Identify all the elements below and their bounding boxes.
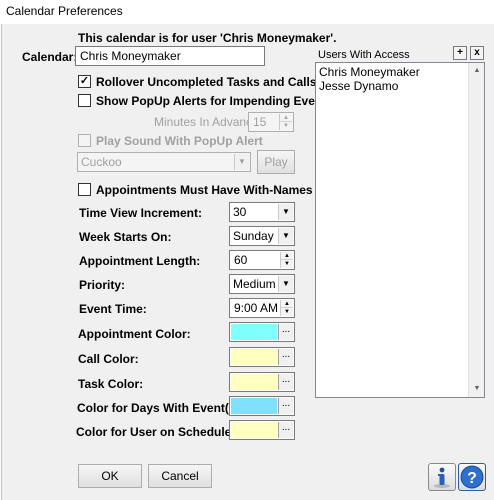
week-start-select[interactable]: Sunday ▼: [229, 226, 295, 246]
chevron-down-icon: ▼: [278, 204, 293, 220]
remove-user-button[interactable]: x: [470, 46, 484, 60]
user-info-text: This calendar is for user 'Chris Moneyma…: [78, 31, 337, 45]
event-time-spin-buttons[interactable]: ▲ ▼: [280, 300, 293, 316]
minutes-advance-label: Minutes In Advance:: [154, 115, 263, 129]
priority-select[interactable]: Medium ▼: [229, 274, 295, 294]
appt-length-spinner[interactable]: 60 ▲ ▼: [229, 250, 295, 270]
calendar-input[interactable]: Chris Moneymaker: [75, 46, 265, 66]
days-event-color-label: Color for Days With Event(s):: [77, 401, 244, 415]
add-user-button[interactable]: +: [453, 46, 467, 60]
rollover-checkbox[interactable]: ✓: [78, 75, 91, 88]
chevron-down-icon: ▼: [278, 228, 293, 244]
user-sched-color-swatch: [231, 422, 277, 438]
appt-length-label: Appointment Length:: [79, 254, 201, 268]
event-time-label: Event Time:: [79, 302, 147, 316]
with-names-label: Appointments Must Have With-Names: [96, 183, 313, 197]
help-icon: ?: [460, 465, 484, 489]
popup-alerts-checkbox[interactable]: [78, 94, 91, 107]
window-title: Calendar Preferences: [6, 4, 123, 18]
ok-button[interactable]: OK: [78, 464, 142, 488]
call-color-swatch: [231, 349, 277, 365]
time-view-select[interactable]: 30 ▼: [229, 202, 295, 222]
calendar-label: Calendar:: [22, 50, 78, 64]
days-event-color-browse-button[interactable]: ...: [278, 398, 293, 414]
time-view-label: Time View Increment:: [79, 206, 202, 220]
task-color-swatch: [231, 374, 277, 390]
priority-value: Medium: [233, 277, 276, 291]
days-event-color-swatch: [231, 398, 277, 414]
appt-length-spin-buttons[interactable]: ▲ ▼: [280, 252, 293, 268]
call-color-label: Call Color:: [78, 352, 139, 366]
chevron-down-icon: ▼: [234, 154, 249, 170]
users-list-scrollbar[interactable]: ▲ ▼: [468, 63, 484, 397]
dialog-body: This calendar is for user 'Chris Moneyma…: [1, 24, 494, 500]
appointment-color-browse-button[interactable]: ...: [278, 324, 293, 340]
help-button[interactable]: ?: [458, 463, 486, 491]
scroll-down-icon[interactable]: ▼: [469, 381, 485, 397]
users-access-header: Users With Access: [318, 49, 410, 61]
info-icon: [434, 467, 450, 488]
title-bar: Calendar Preferences: [0, 0, 494, 24]
chevron-down-icon: ▼: [278, 276, 293, 292]
with-names-checkbox[interactable]: [78, 183, 91, 196]
minutes-advance-value: 15: [253, 115, 267, 129]
event-time-spinner[interactable]: 9:00 AM ▲ ▼: [229, 298, 295, 318]
event-time-value: 9:00 AM: [234, 301, 279, 315]
time-view-value: 30: [233, 205, 247, 219]
svg-text:?: ?: [467, 470, 477, 487]
user-sched-color-browse-button[interactable]: ...: [278, 422, 293, 438]
call-color-browse-button[interactable]: ...: [278, 349, 293, 365]
week-start-label: Week Starts On:: [79, 230, 172, 244]
task-color-picker[interactable]: ...: [229, 372, 295, 392]
priority-label: Priority:: [79, 278, 126, 292]
sound-select-value: Cuckoo: [81, 155, 122, 169]
call-color-picker[interactable]: ...: [229, 347, 295, 367]
appointment-color-picker[interactable]: ...: [229, 322, 295, 342]
users-access-list[interactable]: Chris Moneymaker Jesse Dynamo ▲ ▼: [315, 62, 485, 398]
appointment-color-label: Appointment Color:: [78, 327, 191, 341]
user-sched-color-label: Color for User on Scheduler:: [76, 425, 241, 439]
sound-select[interactable]: Cuckoo ▼: [77, 152, 251, 172]
task-color-browse-button[interactable]: ...: [278, 374, 293, 390]
scroll-up-icon[interactable]: ▲: [469, 63, 485, 79]
play-button[interactable]: Play: [257, 150, 295, 174]
appointment-color-swatch: [231, 324, 277, 340]
cancel-button[interactable]: Cancel: [148, 464, 212, 488]
play-sound-label: Play Sound With PopUp Alert: [96, 134, 263, 148]
user-sched-color-picker[interactable]: ...: [229, 420, 295, 440]
week-start-value: Sunday: [233, 229, 274, 243]
list-item[interactable]: Chris Moneymaker: [316, 65, 484, 79]
minutes-spin-buttons[interactable]: ▲ ▼: [279, 114, 292, 130]
play-sound-checkbox[interactable]: [78, 134, 91, 147]
days-event-color-picker[interactable]: ...: [229, 396, 295, 416]
list-item[interactable]: Jesse Dynamo: [316, 79, 484, 93]
task-color-label: Task Color:: [78, 377, 144, 391]
appt-length-value: 60: [234, 253, 248, 267]
info-button[interactable]: [428, 463, 456, 491]
popup-alerts-label: Show PopUp Alerts for Impending Events: [96, 94, 333, 108]
rollover-label: Rollover Uncompleted Tasks and Calls: [96, 75, 317, 89]
minutes-advance-spinner[interactable]: 15 ▲ ▼: [248, 112, 294, 132]
